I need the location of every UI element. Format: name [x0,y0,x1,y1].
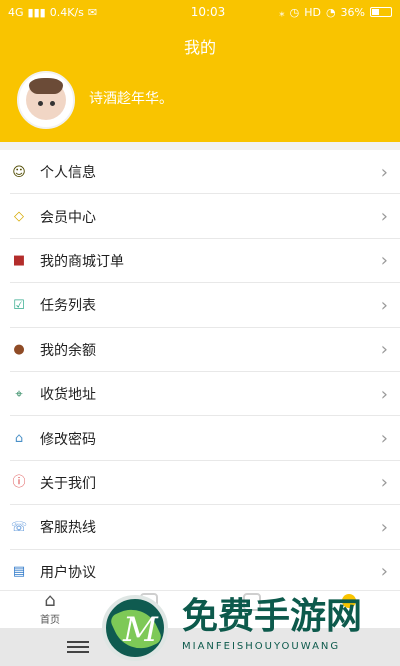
chevron-right-icon: › [380,472,388,494]
menu-item-personal-info[interactable]: ☺ 个人信息 › [0,150,400,195]
menu-item-label: 个人信息 [40,165,96,182]
alarm-icon: ◷ [289,5,300,19]
balance-icon: ● [13,342,25,358]
chevron-right-icon: › [380,428,388,450]
menu-item-label: 任务列表 [40,298,96,315]
signal-icon: ▮▮▮ [27,5,46,19]
lock-icon: ⌂ [14,431,24,447]
status-left: 4G ▮▮▮ 0.4K/s ✉ [8,6,158,19]
profile-header: 我的 诗酒趁年华。 [0,24,400,142]
menu-line [67,641,89,643]
menu-item-member-center[interactable]: ◇ 会员中心 › [0,194,400,240]
menu-item-label: 会员中心 [40,209,96,226]
watermark: M 免费手游网 MIANFEISHOUYOUWANG [102,585,400,661]
avatar-face-icon [26,78,66,120]
chevron-right-icon: › [380,339,388,361]
menu-item-balance[interactable]: ● 我的余额 › [0,328,400,373]
menu-item-change-password[interactable]: ⌂ 修改密码 › [0,416,400,462]
chevron-right-icon: › [380,250,388,272]
menu-item-user-agreement[interactable]: ▤ 用户协议 › [0,550,400,590]
info-icon: ⓘ [12,475,26,491]
logo-m-icon: M [123,610,158,650]
chevron-right-icon: › [380,561,388,583]
status-time: 10:03 [190,5,226,19]
page-title: 我的 [183,38,216,57]
network-label: 4G [8,5,24,19]
chevron-right-icon: › [380,294,388,316]
menu-item-label: 我的商城订单 [40,253,124,270]
menu-item-label: 我的余额 [40,342,96,359]
menu-item-shop-orders[interactable]: ■ 我的商城订单 › [0,239,400,284]
tab-home-label: 首页 [40,615,60,626]
menu-line [67,651,89,653]
task-icon: ☑ [13,297,25,313]
bluetooth-icon: ⁎ [279,5,285,19]
menu-item-label: 客服热线 [40,520,96,537]
menu-item-about-us[interactable]: ⓘ 关于我们 › [0,461,400,506]
watermark-logo-icon: M [102,595,168,661]
menu-icon[interactable] [67,641,89,653]
network-speed: 0.4K/s [49,5,84,19]
status-bar: 4G ▮▮▮ 0.4K/s ✉ 10:03 ⁎ ◷ HD ◔ 36% [0,0,400,24]
wifi-icon: ◔ [325,5,336,19]
menu-item-label: 关于我们 [40,475,96,492]
user-icon: ☺ [12,164,26,180]
avatar[interactable] [17,71,75,129]
avatar-left-eye-icon [38,101,43,106]
chevron-right-icon: › [380,161,388,183]
menu-item-label: 用户协议 [40,564,96,581]
avatar-right-eye-icon [50,101,55,106]
battery-icon [370,7,392,17]
chevron-right-icon: › [380,206,388,228]
username[interactable]: 诗酒趁年华。 [89,88,173,108]
settings-menu: ☺ 个人信息 › ◇ 会员中心 › ■ 我的商城订单 › ☑ 任务列表 › ● … [0,150,400,590]
menu-item-label: 收货地址 [40,387,96,404]
diamond-icon: ◇ [14,209,24,225]
phone-icon: ☏ [10,519,28,535]
order-icon: ■ [12,253,26,269]
battery-percent: 36% [340,5,365,19]
chevron-right-icon: › [380,383,388,405]
tab-home[interactable]: ⌂ 首页 [35,590,65,627]
menu-item-label: 修改密码 [40,431,96,448]
mail-icon: ✉ [87,5,98,19]
avatar-hair-icon [29,78,63,94]
menu-line [67,646,89,648]
hd-label: HD [304,5,321,19]
home-icon: ⌂ [44,590,56,611]
status-right: ⁎ ◷ HD ◔ 36% [258,6,392,19]
chevron-right-icon: › [380,516,388,538]
menu-item-address[interactable]: ⌖ 收货地址 › [0,372,400,417]
menu-item-customer-hotline[interactable]: ☏ 客服热线 › [0,505,400,550]
watermark-title: 免费手游网 [182,596,363,637]
watermark-subtitle: MIANFEISHOUYOUWANG [182,641,341,652]
location-icon: ⌖ [15,386,23,402]
menu-item-task-list[interactable]: ☑ 任务列表 › [0,283,400,328]
document-icon: ▤ [12,564,26,580]
